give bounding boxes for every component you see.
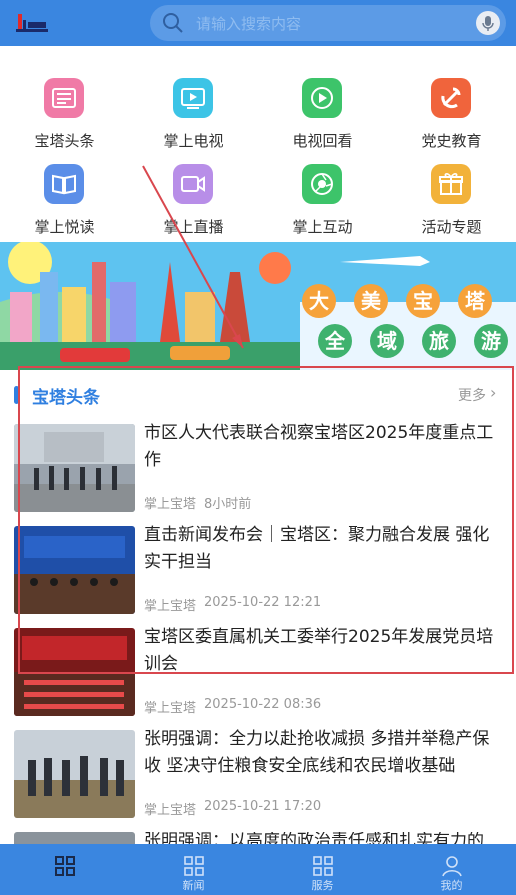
- news-thumbnail: [14, 526, 135, 614]
- banner-char: 全: [318, 324, 352, 358]
- grid-item-events[interactable]: 活动专题: [387, 146, 516, 236]
- bottom-tab-bar: 新闻 服务 我的: [0, 844, 516, 895]
- banner-slogan: 大 美 宝 塔 全 域 旅 游: [298, 284, 508, 364]
- tab-service[interactable]: 服务: [258, 844, 387, 895]
- news-item[interactable]: 张明强调：全力以赴抢收减损 多措并举稳产保收 坚决守住粮食安全底线和农民增收基础…: [0, 729, 516, 832]
- grid-item-label: 掌上悦读: [34, 218, 95, 236]
- party-emblem-icon: [431, 78, 471, 118]
- grid-item-reading[interactable]: 掌上悦读: [0, 146, 129, 236]
- grid-item-label: 活动专题: [421, 218, 482, 236]
- feature-grid: 宝塔头条 掌上电视 电视回看 党史教育 掌上悦读 掌上直播 掌上互动 活动专题: [0, 60, 516, 240]
- tv-icon: [173, 78, 213, 118]
- news-title[interactable]: 市区人大代表联合视察宝塔区2025年度重点工作: [144, 420, 506, 474]
- app-logo[interactable]: [14, 10, 50, 36]
- news-item[interactable]: 市区人大代表联合视察宝塔区2025年度重点工作 掌上宝塔 8小时前: [0, 423, 516, 526]
- replay-icon: [302, 78, 342, 118]
- tab-label: 我的: [440, 879, 463, 892]
- news-time: 2025-10-22 08:36: [204, 697, 322, 712]
- search-bar[interactable]: 请输入搜索内容: [150, 5, 506, 41]
- banner-char: 宝: [406, 284, 440, 318]
- grid-item-headlines[interactable]: 宝塔头条: [0, 60, 129, 150]
- news-source: 掌上宝塔: [144, 803, 197, 818]
- banner-char: 域: [370, 324, 404, 358]
- book-icon: [44, 164, 84, 204]
- profile-icon: [442, 856, 462, 877]
- section-accent-bar: [14, 386, 19, 404]
- tourism-banner[interactable]: 大 美 宝 塔 全 域 旅 游: [0, 242, 516, 370]
- news-source: 掌上宝塔: [144, 497, 197, 512]
- news-time: 2025-10-21 17:20: [204, 799, 322, 814]
- banner-char: 美: [354, 284, 388, 318]
- banner-char: 旅: [422, 324, 456, 358]
- banner-char: 大: [302, 284, 336, 318]
- more-link[interactable]: 更多: [458, 385, 486, 405]
- grid-item-label: 掌上互动: [292, 218, 353, 236]
- section-title: 宝塔头条: [32, 388, 100, 408]
- search-placeholder[interactable]: 请输入搜索内容: [196, 13, 301, 34]
- tab-home[interactable]: [0, 844, 129, 895]
- news-time: 8小时前: [204, 497, 252, 512]
- top-bar: 请输入搜索内容: [0, 0, 516, 46]
- tab-label: 服务: [311, 879, 334, 892]
- news-item[interactable]: 宝塔区委直属机关工委举行2025年发展党员培训会 掌上宝塔 2025-10-22…: [0, 627, 516, 730]
- tab-news[interactable]: 新闻: [129, 844, 258, 895]
- news-grid-icon: [184, 856, 204, 876]
- grid-item-tv[interactable]: 掌上电视: [129, 60, 258, 150]
- camera-shutter-icon: [302, 164, 342, 204]
- news-title[interactable]: 张明强调：以高度的政治责任感和扎实有力的: [144, 832, 506, 844]
- home-grid-icon: [55, 856, 75, 876]
- grid-item-label: 掌上直播: [163, 218, 224, 236]
- news-item[interactable]: 张明强调：以高度的政治责任感和扎实有力的: [0, 832, 516, 844]
- news-title[interactable]: 张明强调：全力以赴抢收减损 多措并举稳产保收 坚决守住粮食安全底线和农民增收基础: [144, 726, 506, 780]
- newspaper-icon: [44, 78, 84, 118]
- news-source: 掌上宝塔: [144, 701, 197, 716]
- video-camera-icon: [173, 164, 213, 204]
- banner-char: 塔: [458, 284, 492, 318]
- service-grid-icon: [313, 856, 333, 876]
- microphone-icon[interactable]: [476, 11, 500, 35]
- news-time: 2025-10-22 12:21: [204, 595, 322, 610]
- banner-char: 游: [474, 324, 508, 358]
- tab-profile[interactable]: 我的: [387, 844, 516, 895]
- news-thumbnail: [14, 628, 135, 716]
- news-item[interactable]: 直击新闻发布会｜宝塔区：聚力融合发展 强化实干担当 掌上宝塔 2025-10-2…: [0, 525, 516, 628]
- news-title[interactable]: 宝塔区委直属机关工委举行2025年发展党员培训会: [144, 624, 506, 678]
- news-thumbnail: [14, 730, 135, 818]
- tab-label: 新闻: [182, 879, 205, 892]
- grid-item-party-history[interactable]: 党史教育: [387, 60, 516, 150]
- news-title[interactable]: 直击新闻发布会｜宝塔区：聚力融合发展 强化实干担当: [144, 522, 506, 576]
- grid-item-live[interactable]: 掌上直播: [129, 146, 258, 236]
- news-source: 掌上宝塔: [144, 599, 197, 614]
- news-thumbnail: [14, 424, 135, 512]
- gift-icon: [431, 164, 471, 204]
- grid-item-interact[interactable]: 掌上互动: [258, 146, 387, 236]
- chevron-right-icon[interactable]: ›: [490, 383, 496, 402]
- news-thumbnail: [14, 832, 135, 844]
- search-icon: [163, 13, 183, 33]
- grid-item-replay[interactable]: 电视回看: [258, 60, 387, 150]
